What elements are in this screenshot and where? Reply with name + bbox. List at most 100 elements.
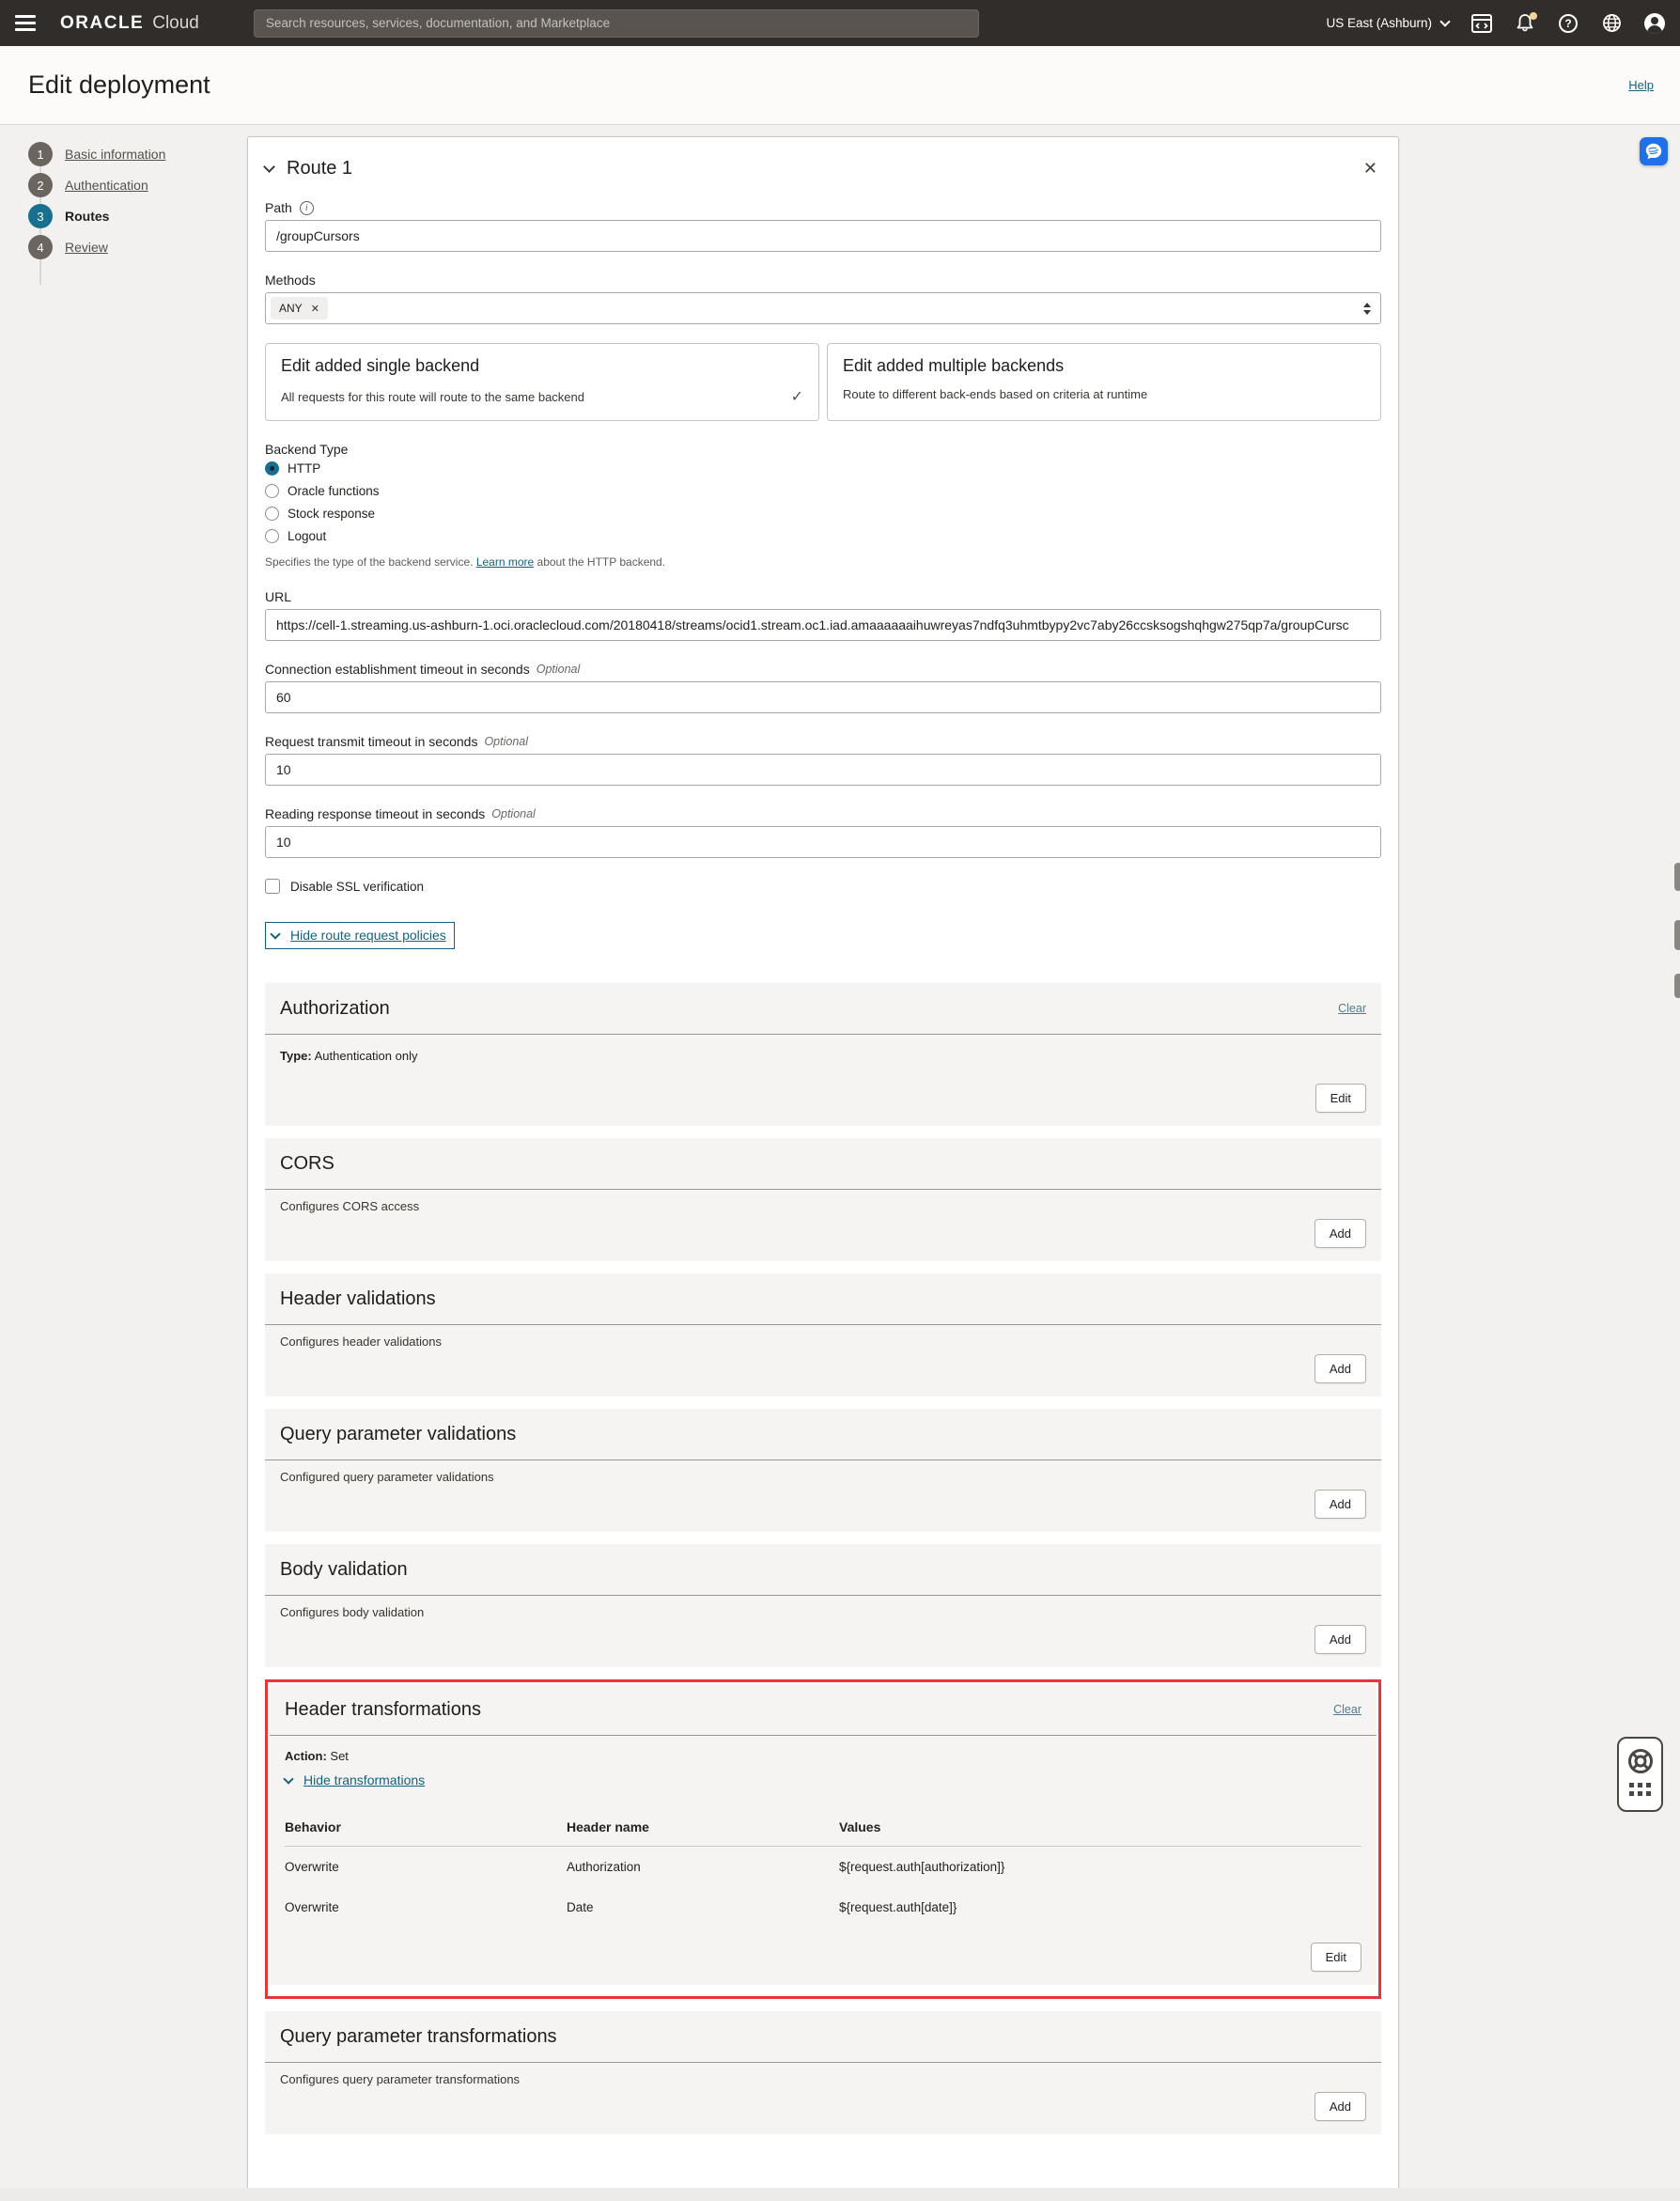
- oracle-cloud-console: ORACLE Cloud US East (Ashburn) ?: [0, 0, 1680, 2201]
- reading-timeout-label: Reading response timeout in secondsOptio…: [265, 806, 1381, 821]
- drag-dots-icon: [1629, 1783, 1651, 1796]
- support-widget[interactable]: [1617, 1737, 1663, 1812]
- chevron-down-icon: [270, 929, 280, 939]
- request-timeout-label: Request transmit timeout in secondsOptio…: [265, 734, 1381, 749]
- edge-handle[interactable]: [1674, 974, 1680, 998]
- edge-handle[interactable]: [1674, 920, 1680, 950]
- radio-icon[interactable]: [265, 529, 279, 543]
- card-desc: All requests for this route will route t…: [281, 390, 584, 404]
- page-title: Edit deployment: [28, 70, 210, 100]
- header-transformations-section: Header transformations Clear Action: Set…: [270, 1684, 1377, 1985]
- section-desc: Configured query parameter validations: [280, 1470, 1366, 1484]
- ai-assistant-fab-icon[interactable]: [1640, 137, 1668, 165]
- wizard-stepper: 1 Basic information 2 Authentication 3 R…: [0, 136, 247, 2201]
- close-route-icon[interactable]: ✕: [1360, 159, 1381, 179]
- section-title: CORS: [280, 1153, 334, 1175]
- notification-dot: [1530, 12, 1537, 20]
- learn-more-link[interactable]: Learn more: [476, 555, 534, 569]
- path-label: Path i: [265, 200, 1381, 215]
- backend-type-label: Backend Type: [265, 442, 1381, 457]
- clear-header-transformations-link[interactable]: Clear: [1333, 1703, 1361, 1716]
- backend-help-text: Specifies the type of the backend servic…: [265, 555, 1381, 569]
- connection-timeout-label: Connection establishment timeout in seco…: [265, 662, 1381, 677]
- header-validations-section: Header validations Configures header val…: [265, 1273, 1381, 1397]
- path-input[interactable]: [265, 220, 1381, 252]
- url-label: URL: [265, 589, 1381, 604]
- section-desc: Configures header validations: [280, 1335, 1366, 1349]
- authorization-section: Authorization Clear Type: Authentication…: [265, 983, 1381, 1126]
- section-desc: Configures body validation: [280, 1605, 1366, 1619]
- step-label[interactable]: Review: [65, 240, 108, 255]
- card-title: Edit added multiple backends: [843, 356, 1365, 376]
- add-query-parameter-validations-button[interactable]: Add: [1314, 1490, 1366, 1519]
- edit-header-transformations-button[interactable]: Edit: [1311, 1943, 1361, 1972]
- request-timeout-input[interactable]: [265, 754, 1381, 786]
- connection-timeout-input[interactable]: [265, 681, 1381, 713]
- remove-method-icon[interactable]: ✕: [311, 303, 319, 315]
- edit-authorization-button[interactable]: Edit: [1315, 1084, 1366, 1113]
- step-review[interactable]: 4 Review: [28, 235, 247, 259]
- step-number: 1: [28, 142, 53, 166]
- methods-select[interactable]: ANY ✕: [265, 292, 1381, 324]
- checkbox-icon[interactable]: [265, 879, 280, 894]
- radio-icon[interactable]: [265, 507, 279, 521]
- url-input[interactable]: [265, 609, 1381, 641]
- cloud-shell-icon[interactable]: [1471, 13, 1492, 34]
- radio-http[interactable]: HTTP: [265, 461, 1381, 476]
- info-icon[interactable]: i: [300, 201, 314, 215]
- disable-ssl-label: Disable SSL verification: [290, 880, 424, 894]
- methods-label: Methods: [265, 273, 1381, 288]
- help-icon[interactable]: ?: [1558, 13, 1579, 34]
- user-avatar[interactable]: [1644, 13, 1665, 34]
- multiple-backends-card[interactable]: Edit added multiple backends Route to di…: [827, 343, 1381, 421]
- step-label[interactable]: Routes: [65, 209, 109, 224]
- brand-oracle: ORACLE: [60, 13, 144, 34]
- section-title: Authorization: [280, 998, 390, 1020]
- search-input[interactable]: [254, 9, 979, 38]
- collapse-route-chevron-icon[interactable]: [263, 161, 275, 173]
- clear-authorization-link[interactable]: Clear: [1338, 1002, 1366, 1015]
- region-label: US East (Ashburn): [1326, 16, 1432, 30]
- step-number: 2: [28, 173, 53, 197]
- edge-handle[interactable]: [1674, 863, 1680, 891]
- step-routes[interactable]: 3 Routes: [28, 204, 247, 228]
- hide-route-request-policies-link[interactable]: Hide route request policies: [265, 922, 455, 949]
- notifications-bell-icon[interactable]: [1515, 13, 1535, 34]
- section-title: Body validation: [280, 1559, 408, 1581]
- chevron-down-icon: [1439, 16, 1450, 26]
- step-label[interactable]: Basic information: [65, 147, 165, 162]
- hide-transformations-link[interactable]: Hide transformations: [285, 1772, 1361, 1787]
- step-number: 4: [28, 235, 53, 259]
- transformations-action: Action: Set: [285, 1749, 1361, 1763]
- add-header-validations-button[interactable]: Add: [1314, 1354, 1366, 1383]
- help-link[interactable]: Help: [1628, 78, 1654, 92]
- step-authentication[interactable]: 2 Authentication: [28, 173, 247, 197]
- add-body-validation-button[interactable]: Add: [1314, 1625, 1366, 1654]
- add-query-parameter-transformations-button[interactable]: Add: [1314, 2092, 1366, 2121]
- section-desc: Configures CORS access: [280, 1199, 1366, 1213]
- authorization-type: Type: Authentication only: [280, 1049, 1366, 1063]
- radio-selected-icon[interactable]: [265, 461, 279, 476]
- hamburger-menu-icon[interactable]: [15, 15, 36, 31]
- radio-oracle-functions[interactable]: Oracle functions: [265, 484, 1381, 498]
- select-spinner-icon[interactable]: [1363, 303, 1371, 315]
- single-backend-card[interactable]: Edit added single backend All requests f…: [265, 343, 819, 421]
- step-label[interactable]: Authentication: [65, 178, 148, 193]
- section-desc: Configures query parameter transformatio…: [280, 2072, 1366, 2086]
- section-title: Header validations: [280, 1288, 436, 1310]
- step-basic-information[interactable]: 1 Basic information: [28, 142, 247, 166]
- selected-check-icon: ✓: [791, 387, 803, 406]
- topbar: ORACLE Cloud US East (Ashburn) ?: [0, 0, 1680, 46]
- radio-stock-response[interactable]: Stock response: [265, 507, 1381, 521]
- oracle-cloud-logo[interactable]: ORACLE Cloud: [60, 13, 199, 34]
- radio-icon[interactable]: [265, 484, 279, 498]
- language-globe-icon[interactable]: [1601, 13, 1622, 34]
- reading-timeout-input[interactable]: [265, 826, 1381, 858]
- disable-ssl-checkbox-row[interactable]: Disable SSL verification: [265, 879, 1381, 894]
- page-header: Edit deployment Help: [0, 46, 1680, 125]
- region-selector[interactable]: US East (Ashburn): [1326, 16, 1449, 30]
- topbar-actions: US East (Ashburn) ?: [1326, 13, 1665, 34]
- lifebuoy-icon: [1626, 1747, 1655, 1775]
- add-cors-button[interactable]: Add: [1314, 1219, 1366, 1248]
- radio-logout[interactable]: Logout: [265, 529, 1381, 543]
